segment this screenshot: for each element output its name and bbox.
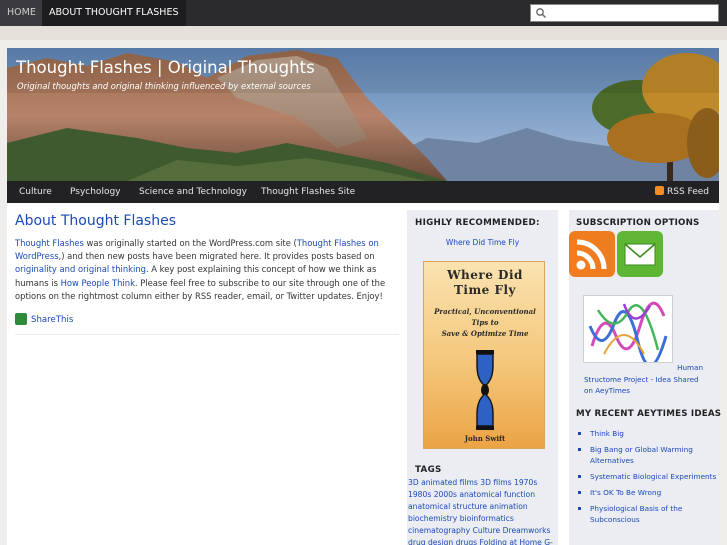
nav-home-link[interactable]: HOME [0,0,43,26]
widget-title-subscription: SUBSCRIPTION OPTIONS [576,218,700,228]
book-title-line1: Where Did [447,268,523,282]
widget-title-recommended: HIGHLY RECOMMENDED: [415,218,540,228]
tag-cloud[interactable]: 3D animated films 3D films 1970s 1980s 2… [408,477,557,545]
list-item[interactable]: Think Big [575,428,717,439]
email-subscribe-icon[interactable] [617,231,663,277]
post-body: Thought Flashes was originally started o… [15,237,395,303]
search-box [530,4,719,22]
originality-link[interactable]: originality and original thinking [15,264,146,274]
nav-thought-flashes-site[interactable]: Thought Flashes Site [261,181,355,203]
hourglass-icon [476,350,494,430]
category-navigation: Culture Psychology Science and Technolog… [7,181,719,203]
nav-science-technology[interactable]: Science and Technology [139,181,247,203]
rss-feed-link[interactable]: RSS Feed [654,181,709,203]
rss-subscribe-icon[interactable] [569,231,615,277]
nav-about-link[interactable]: ABOUT THOUGHT FLASHES [42,0,186,26]
main-content: About Thought Flashes Thought Flashes wa… [7,203,722,545]
nav-psychology[interactable]: Psychology [70,181,121,203]
human-structome-link[interactable]: Human Structome Project - Idea Shared on… [584,362,704,397]
bullet-icon [578,491,581,494]
book-title-line2: Time Fly [453,283,517,297]
list-item[interactable]: It's OK To Be Wrong [575,487,717,498]
list-item[interactable]: Physiological Basis of the Subconscious [575,503,717,525]
book-link[interactable]: Where Did Time Fly [407,238,558,247]
widget-title-tags: TAGS [415,465,442,475]
divider [15,334,399,335]
how-people-think-link[interactable]: How People Think [61,278,135,288]
recent-ideas-list: Think Big Big Bang or Global Warming Alt… [575,428,717,530]
site-description: Original thoughts and original thinking … [17,81,311,91]
bullet-icon [578,507,581,510]
rss-feed-label: RSS Feed [666,187,709,197]
search-icon[interactable] [535,7,547,19]
share-this-button[interactable]: ShareThis [15,313,73,325]
bullet-icon [578,475,581,478]
nav-culture[interactable]: Culture [19,181,52,203]
recent-idea-link[interactable]: Think Big [590,429,624,438]
bullet-icon [578,432,581,435]
list-item[interactable]: Big Bang or Global Warming Alternatives [575,444,717,466]
widget-title-recent-ideas: MY RECENT AEYTIMES IDEAS [576,409,722,419]
caption-line: Structome Project - Idea Shared on AeyTi… [584,374,699,396]
search-input[interactable] [549,6,715,20]
book-subtitle: Save & Optimize Time [441,329,529,338]
recent-idea-link[interactable]: It's OK To Be Wrong [590,488,661,497]
book-subtitle: Practical, Unconventional [434,307,536,316]
protein-structure-image[interactable] [583,295,673,367]
share-icon [15,313,27,325]
share-label: ShareThis [31,315,74,325]
recent-idea-link[interactable]: Big Bang or Global Warming Alternatives [590,445,693,465]
recent-idea-link[interactable]: Systematic Biological Experiments [590,472,716,481]
top-navigation: HOME ABOUT THOUGHT FLASHES [0,0,727,26]
recent-idea-link[interactable]: Physiological Basis of the Subconscious [590,504,682,524]
header-spacer [0,26,727,40]
bullet-icon [578,448,581,451]
post-text: was originally started on the WordPress.… [83,238,297,248]
list-item[interactable]: Systematic Biological Experiments [575,471,717,482]
book-cover[interactable]: Where Did Time Fly Practical, Unconventi… [423,261,545,449]
site-header: Thought Flashes | Original Thoughts Orig… [7,48,719,181]
thought-flashes-link[interactable]: Thought Flashes [15,238,84,248]
post-title[interactable]: About Thought Flashes [15,213,176,229]
caption-line: Human [677,363,703,372]
sidebar-subscription: SUBSCRIPTION OPTIONS Human Structome Pro… [569,210,722,545]
sidebar-recommended: HIGHLY RECOMMENDED: Where Did Time Fly W… [407,210,558,545]
book-subtitle: Tips to [471,318,499,327]
rss-icon [654,186,664,195]
book-author: John Swift [464,434,506,443]
site-title[interactable]: Thought Flashes | Original Thoughts [16,58,315,77]
post-text: ,) and then new posts have been migrated… [58,251,375,262]
